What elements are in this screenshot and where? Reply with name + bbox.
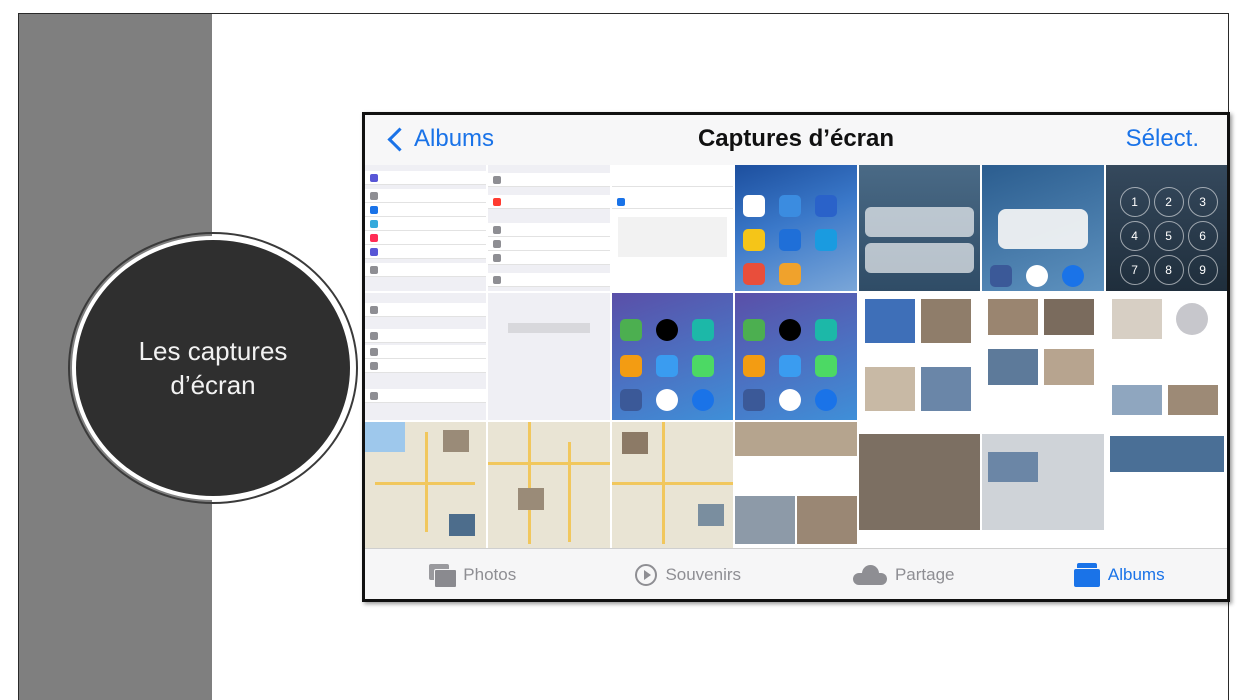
photos-icon xyxy=(429,563,458,588)
screenshot-grid: 1 2 3 4 5 6 7 8 9 xyxy=(365,165,1227,548)
albums-icon xyxy=(1073,562,1100,587)
memories-icon xyxy=(635,563,658,586)
tab-partage-label: Partage xyxy=(894,564,955,584)
tab-photos[interactable]: Photos xyxy=(365,549,581,599)
tab-souvenirs-label: Souvenirs xyxy=(665,564,742,584)
tab-albums[interactable]: Albums xyxy=(1012,549,1228,599)
screenshot-thumbnail[interactable] xyxy=(735,421,857,548)
tab-photos-label: Photos xyxy=(463,564,517,584)
tab-partage[interactable]: Partage xyxy=(796,549,1012,599)
screenshot-thumbnail[interactable] xyxy=(488,421,610,548)
screenshot-thumbnail[interactable] xyxy=(488,293,610,420)
screenshot-thumbnail[interactable] xyxy=(611,165,734,292)
screenshot-thumbnail[interactable] xyxy=(611,293,734,420)
select-button[interactable]: Sélect. xyxy=(1126,125,1199,153)
screenshot-thumbnail[interactable] xyxy=(488,165,610,292)
photos-app-screenshot: Albums Captures d’écran Sélect. 1 2 3 4 … xyxy=(362,112,1230,602)
screenshot-thumbnail[interactable]: 1 2 3 4 5 6 7 8 9 xyxy=(1105,165,1227,292)
screenshot-thumbnail[interactable] xyxy=(365,293,487,420)
screenshot-thumbnail[interactable] xyxy=(1105,421,1227,548)
screenshot-thumbnail[interactable] xyxy=(365,165,487,292)
screenshot-thumbnail[interactable] xyxy=(982,421,1104,548)
screenshot-thumbnail[interactable] xyxy=(735,293,857,420)
album-title: Captures d’écran xyxy=(697,125,895,152)
navbar: Albums Captures d’écran Sélect. xyxy=(365,115,1227,166)
screenshot-thumbnail[interactable] xyxy=(735,165,857,292)
slide-title: Les captures d’écran xyxy=(138,336,288,400)
screenshot-thumbnail[interactable] xyxy=(1105,293,1227,420)
tab-albums-label: Albums xyxy=(1107,564,1165,584)
tab-souvenirs[interactable]: Souvenirs xyxy=(581,549,797,599)
cloud-icon xyxy=(852,564,887,585)
slide: Les captures d’écran Albums Captures d’é… xyxy=(0,0,1243,700)
screenshot-thumbnail[interactable] xyxy=(365,421,487,548)
title-circle: Les captures d’écran xyxy=(72,236,354,500)
screenshot-thumbnail[interactable] xyxy=(858,165,981,292)
screenshot-thumbnail[interactable] xyxy=(982,293,1104,420)
screenshot-thumbnail[interactable] xyxy=(858,293,981,420)
screenshot-thumbnail[interactable] xyxy=(611,421,734,548)
screenshot-thumbnail[interactable] xyxy=(858,421,981,548)
tab-bar: Photos Souvenirs Partage Albums xyxy=(365,548,1228,599)
screenshot-thumbnail[interactable] xyxy=(982,165,1104,292)
